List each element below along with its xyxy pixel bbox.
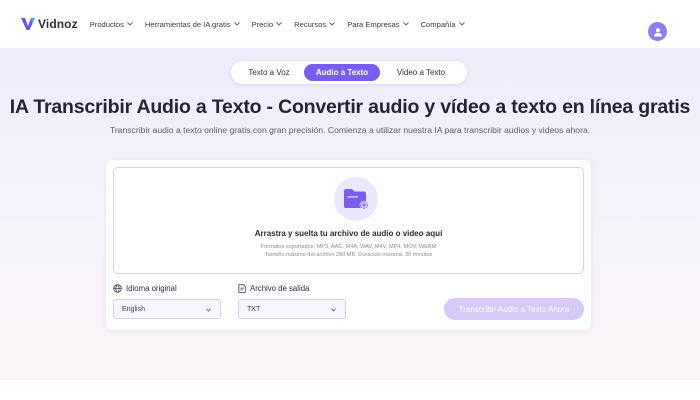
nav-recursos[interactable]: Recursos bbox=[294, 19, 336, 29]
tool-tabs: Texto a Voz Audio a Texto Video a Texto bbox=[231, 61, 467, 84]
footer-strip bbox=[0, 380, 700, 400]
output-select-value: TXT bbox=[247, 305, 261, 313]
chevron-down-icon bbox=[206, 308, 211, 312]
chevron-down-icon bbox=[276, 22, 282, 26]
nav-label: Herramientas de IA gratis bbox=[144, 19, 231, 29]
tab-video-a-texto[interactable]: Video a Texto bbox=[380, 64, 462, 81]
upload-icon-circle bbox=[334, 177, 378, 221]
globe-icon bbox=[113, 284, 122, 293]
chevron-down-icon bbox=[331, 308, 336, 312]
folder-plus-icon bbox=[344, 189, 369, 210]
upload-card: Arrastra y suelta tu archivo de audio o … bbox=[106, 160, 591, 330]
nav-label: Para Empresas bbox=[347, 19, 400, 29]
page-subtitle: Transcribir audio a texto online gratis … bbox=[109, 125, 591, 135]
dropzone-title: Arrastra y suelta tu archivo de audio o … bbox=[254, 229, 443, 238]
document-icon bbox=[238, 284, 246, 293]
user-icon bbox=[653, 27, 662, 36]
main-nav: Productos Herramientas de IA gratis Prec… bbox=[90, 20, 477, 29]
output-label: Archivo de salida bbox=[238, 284, 309, 293]
nav-label: Productos bbox=[89, 19, 124, 29]
tab-audio-a-texto[interactable]: Audio a Texto bbox=[304, 64, 380, 81]
output-label-text: Archivo de salida bbox=[250, 284, 310, 293]
nav-label: Recursos bbox=[294, 19, 327, 29]
supported-formats: Formatos soportados: MP3, AAC, M4A, WAV,… bbox=[260, 244, 437, 250]
page-title: IA Transcribir Audio a Texto - Convertir… bbox=[9, 96, 691, 118]
user-avatar-button[interactable] bbox=[648, 22, 667, 41]
logo[interactable]: Vidnoz bbox=[20, 17, 78, 31]
output-format-select[interactable]: TXT bbox=[238, 299, 346, 319]
nav-compania[interactable]: Compañía bbox=[421, 20, 465, 29]
file-limits: Tamaño máximo del archivo 200 MB. Duraci… bbox=[264, 252, 433, 258]
tab-texto-a-voz[interactable]: Texto a Voz bbox=[234, 64, 304, 81]
language-select[interactable]: English bbox=[113, 299, 221, 319]
nav-label: Compañía bbox=[420, 19, 456, 29]
top-header: Vidnoz Productos Herramientas de IA grat… bbox=[0, 0, 700, 48]
vidnoz-logo-icon bbox=[21, 18, 35, 30]
chevron-down-icon bbox=[402, 22, 409, 26]
language-label: Idioma original bbox=[113, 284, 177, 293]
logo-text: Vidnoz bbox=[38, 17, 78, 31]
nav-productos[interactable]: Productos bbox=[90, 20, 133, 29]
nav-herramientas[interactable]: Herramientas de IA gratis bbox=[145, 20, 240, 29]
transcribe-button[interactable]: Transcribir Audio a Texto Ahora bbox=[444, 298, 584, 320]
chevron-down-icon bbox=[458, 22, 465, 26]
chevron-down-icon bbox=[329, 22, 336, 26]
nav-label: Precio bbox=[251, 19, 274, 29]
language-select-value: English bbox=[122, 305, 145, 313]
chevron-down-icon bbox=[233, 22, 240, 26]
nav-para-empresas[interactable]: Para Empresas bbox=[347, 19, 409, 29]
nav-precio[interactable]: Precio bbox=[252, 20, 283, 29]
file-dropzone[interactable]: Arrastra y suelta tu archivo de audio o … bbox=[113, 167, 584, 274]
chevron-down-icon bbox=[127, 22, 133, 26]
language-label-text: Idioma original bbox=[126, 284, 177, 293]
